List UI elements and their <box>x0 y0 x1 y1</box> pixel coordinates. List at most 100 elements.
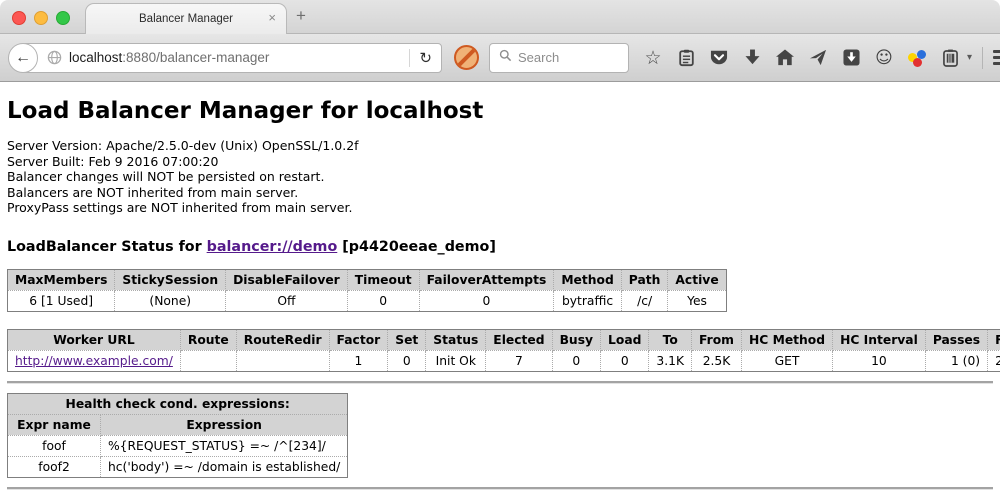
col-expr-name: Expr name <box>8 414 101 435</box>
cell-maxmembers: 6 [1 Used] <box>8 290 115 311</box>
col-set: Set <box>388 329 426 350</box>
tab-title: Balancer Manager <box>139 13 233 25</box>
col-path: Path <box>621 269 668 290</box>
cell-timeout: 0 <box>347 290 419 311</box>
table-row: 6 [1 Used] (None) Off 0 0 bytraffic /c/ … <box>8 290 727 311</box>
col-expression: Expression <box>101 414 348 435</box>
balancer-demo-link[interactable]: balancer://demo <box>207 239 338 255</box>
cell-passes: 1 (0) <box>925 350 987 371</box>
cell-route <box>180 350 236 371</box>
toolbar-separator <box>982 47 983 69</box>
cell-fails: 2 (0) <box>988 350 1000 371</box>
col-passes: Passes <box>925 329 987 350</box>
colored-dots-icon[interactable] <box>907 48 927 68</box>
col-method: Method <box>554 269 621 290</box>
page-title: Load Balancer Manager for localhost <box>7 82 993 124</box>
close-window-button[interactable] <box>12 11 26 25</box>
section-divider <box>7 381 993 384</box>
page-content: Load Balancer Manager for localhost Serv… <box>0 82 1000 490</box>
col-routeredir: RouteRedir <box>236 329 329 350</box>
send-plane-icon[interactable] <box>808 48 828 68</box>
table-header-row: Worker URL Route RouteRedir Factor Set S… <box>8 329 1000 350</box>
health-table-title: Health check cond. expressions: <box>8 393 348 414</box>
col-load: Load <box>601 329 649 350</box>
cell-busy: 0 <box>552 350 600 371</box>
browser-window: Balancer Manager × + ← localhost:8880/ba… <box>0 0 1000 491</box>
col-status: Status <box>426 329 486 350</box>
url-text: localhost:8880/balancer-manager <box>69 50 269 65</box>
bottom-divider <box>7 487 993 490</box>
cell-path: /c/ <box>621 290 668 311</box>
proxypass-notice-line: ProxyPass settings are NOT inherited fro… <box>7 200 993 216</box>
col-busy: Busy <box>552 329 600 350</box>
cell-load: 0 <box>601 350 649 371</box>
pocket-icon[interactable] <box>709 48 729 68</box>
col-active: Active <box>668 269 726 290</box>
cell-hc-interval: 10 <box>833 350 926 371</box>
table-header-row: Expr name Expression <box>8 414 348 435</box>
worker-status-table: Worker URL Route RouteRedir Factor Set S… <box>7 329 1000 372</box>
download-square-icon[interactable] <box>841 48 861 68</box>
back-arrow-icon: ← <box>15 50 31 66</box>
cell-elected: 7 <box>486 350 552 371</box>
clipboard-icon[interactable] <box>676 48 696 68</box>
col-worker-url: Worker URL <box>8 329 181 350</box>
table-header-row: MaxMembers StickySession DisableFailover… <box>8 269 727 290</box>
inherit-notice-line: Balancers are NOT inherited from main se… <box>7 185 993 201</box>
heading-suffix: [p4420eeae_demo] <box>337 239 496 255</box>
col-hc-interval: HC Interval <box>833 329 926 350</box>
traffic-lights <box>12 11 70 25</box>
url-path: :8880/balancer-manager <box>122 50 269 65</box>
cell-stickysession: (None) <box>115 290 226 311</box>
menu-hamburger-icon[interactable] <box>993 50 1000 65</box>
health-check-expressions-table: Health check cond. expressions: Expr nam… <box>7 393 348 478</box>
heading-prefix: LoadBalancer Status for <box>7 239 207 255</box>
chevron-down-icon[interactable]: ▾ <box>967 52 972 63</box>
new-tab-button[interactable]: + <box>296 6 306 26</box>
server-info: Server Version: Apache/2.5.0-dev (Unix) … <box>7 138 993 216</box>
minimize-window-button[interactable] <box>34 11 48 25</box>
bookmark-star-icon[interactable]: ☆ <box>643 48 663 68</box>
cell-from: 2.5K <box>692 350 742 371</box>
toolbar-icons: ☆ ☺ <box>643 48 972 68</box>
expr-row: foof2 hc('body') =~ /domain is establish… <box>8 456 348 477</box>
table-title-row: Health check cond. expressions: <box>8 393 348 414</box>
search-bar[interactable] <box>489 43 629 73</box>
worker-url-link[interactable]: http://www.example.com/ <box>15 354 173 368</box>
back-button[interactable]: ← <box>8 43 38 73</box>
content-blocked-icon[interactable] <box>454 45 479 70</box>
loadbalancer-status-heading: LoadBalancer Status for balancer://demo … <box>7 239 993 255</box>
persist-notice-line: Balancer changes will NOT be persisted o… <box>7 169 993 185</box>
col-route: Route <box>180 329 236 350</box>
cell-to: 3.1K <box>649 350 692 371</box>
col-from: From <box>692 329 742 350</box>
navigation-toolbar: ← localhost:8880/balancer-manager ↻ ☆ <box>0 34 1000 82</box>
cell-hc-method: GET <box>742 350 833 371</box>
tab-balancer-manager[interactable]: Balancer Manager × <box>85 3 287 34</box>
downloads-icon[interactable] <box>742 48 762 68</box>
cell-active: Yes <box>668 290 726 311</box>
col-stickysession: StickySession <box>115 269 226 290</box>
cell-expr-name: foof2 <box>8 456 101 477</box>
cell-expression: hc('body') =~ /domain is established/ <box>101 456 348 477</box>
col-failoverattempts: FailoverAttempts <box>419 269 554 290</box>
expr-row: foof %{REQUEST_STATUS} =~ /^[234]/ <box>8 435 348 456</box>
container-battery-icon[interactable] <box>940 48 960 68</box>
search-icon <box>499 49 512 67</box>
cell-expression: %{REQUEST_STATUS} =~ /^[234]/ <box>101 435 348 456</box>
smiley-icon[interactable]: ☺ <box>874 48 894 68</box>
col-factor: Factor <box>329 329 388 350</box>
reload-icon[interactable]: ↻ <box>410 49 441 67</box>
cell-factor: 1 <box>329 350 388 371</box>
worker-row: http://www.example.com/ 1 0 Init Ok 7 0 … <box>8 350 1000 371</box>
search-input[interactable] <box>518 50 603 65</box>
url-host: localhost <box>69 50 122 65</box>
url-bar[interactable]: localhost:8880/balancer-manager ↻ <box>22 43 442 73</box>
tab-close-icon[interactable]: × <box>268 11 276 25</box>
home-icon[interactable] <box>775 48 795 68</box>
cell-set: 0 <box>388 350 426 371</box>
server-built-line: Server Built: Feb 9 2016 07:00:20 <box>7 154 993 170</box>
cell-disablefailover: Off <box>226 290 348 311</box>
globe-icon <box>47 50 62 65</box>
zoom-window-button[interactable] <box>56 11 70 25</box>
